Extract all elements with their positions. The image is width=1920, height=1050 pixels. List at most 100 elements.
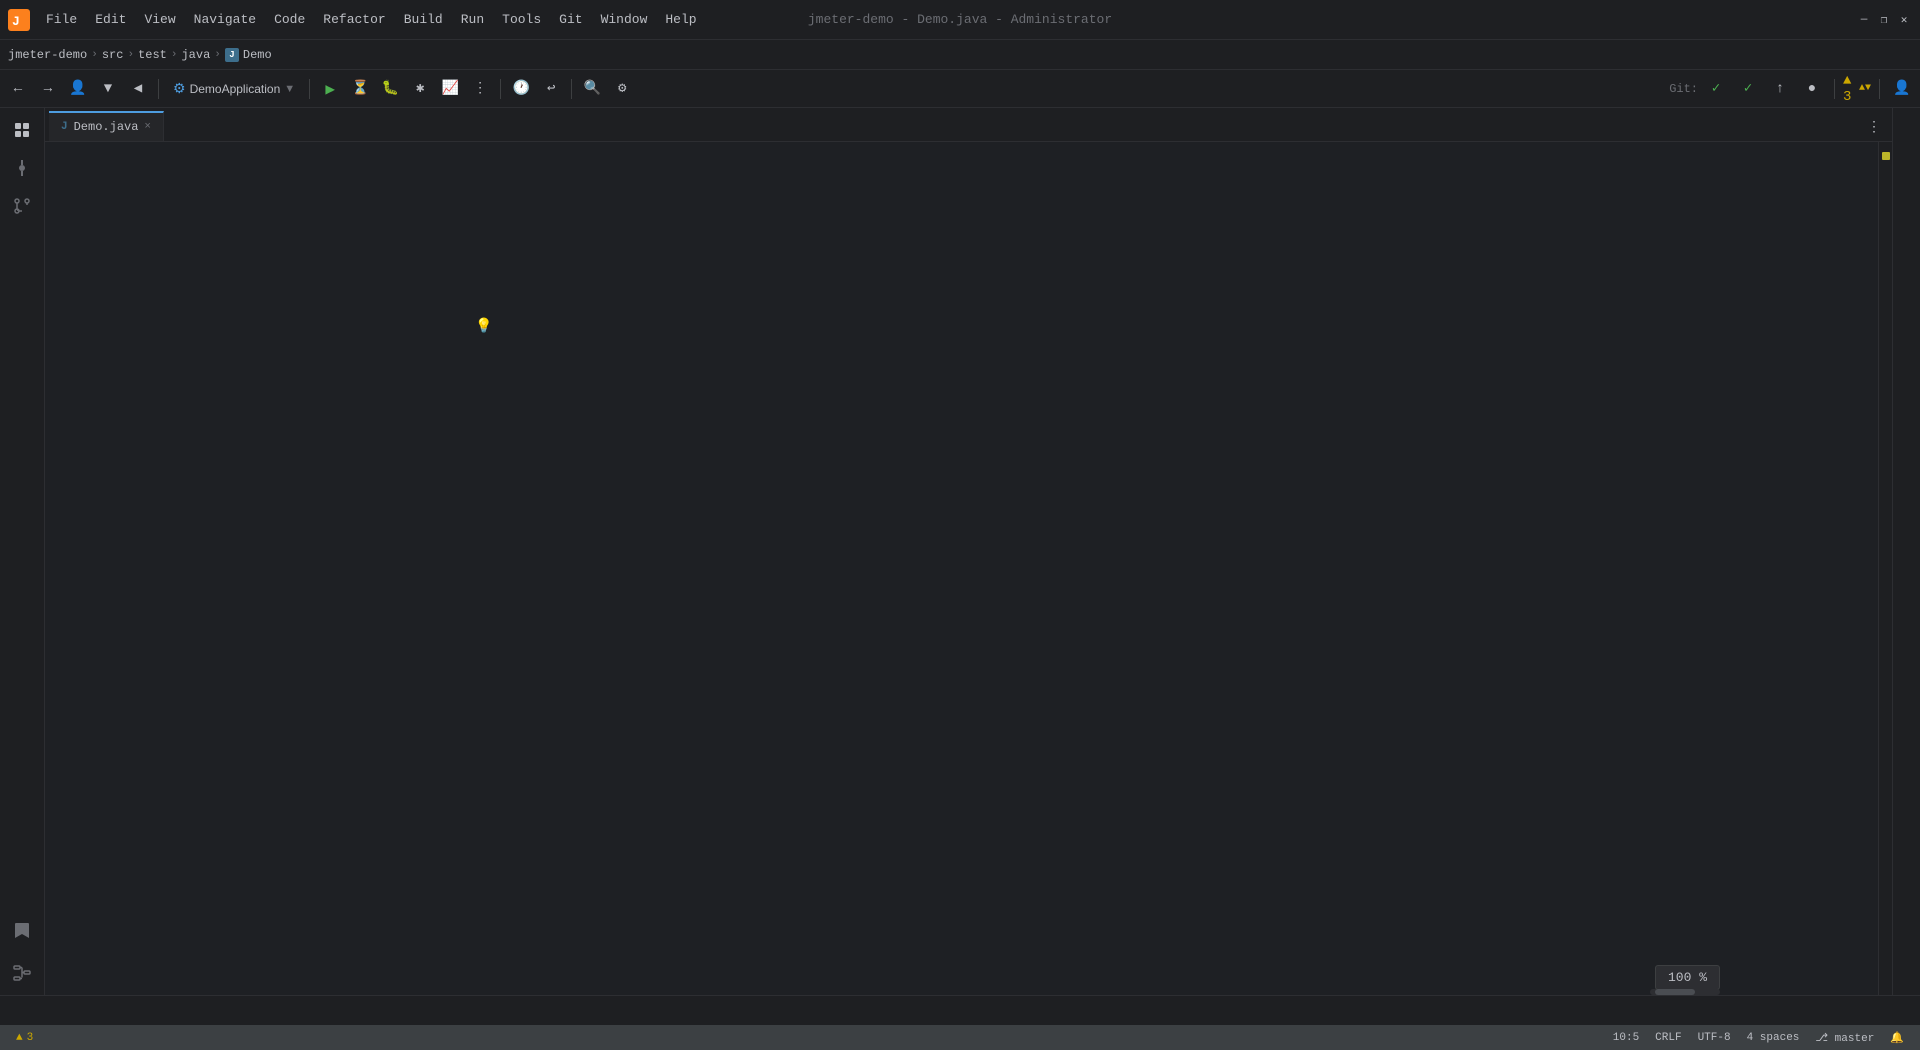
toolbar-separator-1 bbox=[158, 79, 159, 99]
breadcrumb-sep-3: › bbox=[171, 49, 178, 61]
breadcrumb-sep-2: › bbox=[127, 49, 134, 61]
sidebar-git-icon[interactable] bbox=[4, 188, 40, 224]
more-run-button[interactable]: ⋮ bbox=[466, 75, 494, 103]
scrollbar-thumb[interactable] bbox=[1655, 989, 1695, 995]
breadcrumb-src[interactable]: src bbox=[102, 48, 124, 62]
breadcrumb-sep-4: › bbox=[214, 49, 221, 61]
app-logo: J bbox=[8, 9, 30, 31]
status-warnings[interactable]: ▲ 3 bbox=[8, 1025, 41, 1050]
svg-text:J: J bbox=[12, 14, 20, 29]
tab-close-button[interactable]: × bbox=[144, 121, 151, 133]
breadcrumb-current[interactable]: J Demo bbox=[225, 48, 272, 62]
horizontal-scrollbar[interactable] bbox=[1650, 989, 1720, 995]
warnings-button[interactable]: ▲ 3 ▲ ▼ bbox=[1843, 75, 1871, 103]
window-controls: — ❐ ✕ bbox=[1856, 12, 1912, 28]
right-sidebar bbox=[1892, 108, 1920, 995]
main-layout: J Demo.java × ⋮ 💡 100 % bbox=[0, 108, 1920, 995]
tab-more-button[interactable]: ⋮ bbox=[1860, 113, 1888, 141]
scrollbar-track[interactable] bbox=[1878, 142, 1892, 995]
search-button[interactable]: 🔍 bbox=[578, 75, 606, 103]
git-push-button[interactable]: ↑ bbox=[1766, 75, 1794, 103]
sidebar-structure-icon[interactable] bbox=[4, 955, 40, 991]
maximize-button[interactable]: ❐ bbox=[1876, 12, 1892, 28]
user-dropdown[interactable]: ▼ bbox=[94, 75, 122, 103]
status-line-ending[interactable]: CRLF bbox=[1647, 1025, 1689, 1050]
toolbar-separator-6 bbox=[1879, 79, 1880, 99]
history-button[interactable]: 🕐 bbox=[507, 75, 535, 103]
breadcrumb-test[interactable]: test bbox=[138, 48, 167, 62]
sidebar-bookmarks-icon[interactable] bbox=[4, 913, 40, 949]
line-numbers bbox=[45, 142, 93, 995]
title-bar: J FileEditViewNavigateCodeRefactorBuildR… bbox=[0, 0, 1920, 40]
warning-count: ▲ 3 bbox=[1843, 73, 1859, 105]
menu-file[interactable]: File bbox=[38, 8, 85, 31]
tab-label: Demo.java bbox=[74, 120, 139, 134]
git-history-button[interactable]: ● bbox=[1798, 75, 1826, 103]
run-config-name: DemoApplication bbox=[190, 82, 281, 96]
menu-run[interactable]: Run bbox=[453, 8, 492, 31]
user-button[interactable]: 👤 bbox=[64, 75, 92, 103]
editor-container: J Demo.java × ⋮ 💡 100 % bbox=[45, 108, 1892, 995]
menu-edit[interactable]: Edit bbox=[87, 8, 134, 31]
sidebar-project-icon[interactable] bbox=[4, 112, 40, 148]
lightbulb-icon[interactable]: 💡 bbox=[475, 318, 492, 335]
toolbar-separator-3 bbox=[500, 79, 501, 99]
nav-back-button[interactable]: ◀ bbox=[124, 75, 152, 103]
status-branch[interactable]: ⎇ master bbox=[1807, 1025, 1882, 1050]
warning-count-status: 3 bbox=[27, 1032, 34, 1044]
status-bar: ▲ 3 10:5 CRLF UTF-8 4 spaces ⎇ master 🔔 bbox=[0, 1025, 1920, 1050]
menu-refactor[interactable]: Refactor bbox=[315, 8, 393, 31]
left-sidebar bbox=[0, 108, 45, 995]
demo-java-tab[interactable]: J Demo.java × bbox=[49, 111, 164, 141]
run-button[interactable]: ▶ bbox=[316, 75, 344, 103]
close-button[interactable]: ✕ bbox=[1896, 12, 1912, 28]
menu-navigate[interactable]: Navigate bbox=[186, 8, 264, 31]
breadcrumb-project[interactable]: jmeter-demo bbox=[8, 48, 87, 62]
menu-window[interactable]: Window bbox=[593, 8, 656, 31]
java-icon: J bbox=[225, 48, 239, 62]
status-position[interactable]: 10:5 bbox=[1605, 1025, 1647, 1050]
forward-button[interactable]: → bbox=[34, 75, 62, 103]
settings-button[interactable]: ⚙ bbox=[608, 75, 636, 103]
status-indent[interactable]: 4 spaces bbox=[1739, 1025, 1808, 1050]
bottom-panel bbox=[0, 995, 1920, 1025]
coverage-button[interactable]: ✱ bbox=[406, 75, 434, 103]
warning-icon: ▲ bbox=[16, 1032, 23, 1044]
warning-indicator bbox=[1882, 152, 1890, 160]
code-editor[interactable]: 💡 bbox=[45, 142, 1892, 995]
nav-bar: jmeter-demo › src › test › java › J Demo bbox=[0, 40, 1920, 70]
debug-button[interactable]: 🐛 bbox=[376, 75, 404, 103]
window-title: jmeter-demo - Demo.java - Administrator bbox=[808, 12, 1112, 27]
avatar[interactable]: 👤 bbox=[1888, 75, 1916, 103]
git-label: Git: bbox=[1669, 82, 1698, 96]
status-notifications[interactable]: 🔔 bbox=[1882, 1025, 1912, 1050]
toolbar-separator-4 bbox=[571, 79, 572, 99]
menu-build[interactable]: Build bbox=[396, 8, 451, 31]
app-icon: ⚙ bbox=[173, 80, 186, 97]
breadcrumb-java[interactable]: java bbox=[181, 48, 210, 62]
code-content[interactable] bbox=[93, 142, 1878, 995]
warning-chevron-down: ▼ bbox=[1865, 83, 1871, 94]
status-right: 10:5 CRLF UTF-8 4 spaces ⎇ master 🔔 bbox=[1605, 1025, 1912, 1050]
toolbar: ← → 👤 ▼ ◀ ⚙ DemoApplication ▼ ▶ ⏳ 🐛 ✱ 📈 … bbox=[0, 70, 1920, 108]
back-button[interactable]: ← bbox=[4, 75, 32, 103]
git-branch-button[interactable]: ✓ bbox=[1734, 75, 1762, 103]
run-config-button[interactable]: ⚙ DemoApplication ▼ bbox=[165, 76, 303, 101]
menu-code[interactable]: Code bbox=[266, 8, 313, 31]
zoom-popup: 100 % bbox=[1655, 965, 1720, 990]
status-encoding[interactable]: UTF-8 bbox=[1690, 1025, 1739, 1050]
build-button[interactable]: ⏳ bbox=[346, 75, 374, 103]
toolbar-right: Git: ✓ ✓ ↑ ● ▲ 3 ▲ ▼ 👤 bbox=[1669, 75, 1916, 103]
menu-tools[interactable]: Tools bbox=[494, 8, 549, 31]
menu-git[interactable]: Git bbox=[551, 8, 590, 31]
git-check-button[interactable]: ✓ bbox=[1702, 75, 1730, 103]
run-config-dropdown-icon: ▼ bbox=[284, 83, 295, 95]
menu-help[interactable]: Help bbox=[657, 8, 704, 31]
toolbar-separator-2 bbox=[309, 79, 310, 99]
sidebar-commit-icon[interactable] bbox=[4, 150, 40, 186]
undo-button[interactable]: ↩ bbox=[537, 75, 565, 103]
menu-view[interactable]: View bbox=[136, 8, 183, 31]
minimize-button[interactable]: — bbox=[1856, 12, 1872, 28]
profile-button[interactable]: 📈 bbox=[436, 75, 464, 103]
tab-bar: J Demo.java × ⋮ bbox=[45, 108, 1892, 142]
